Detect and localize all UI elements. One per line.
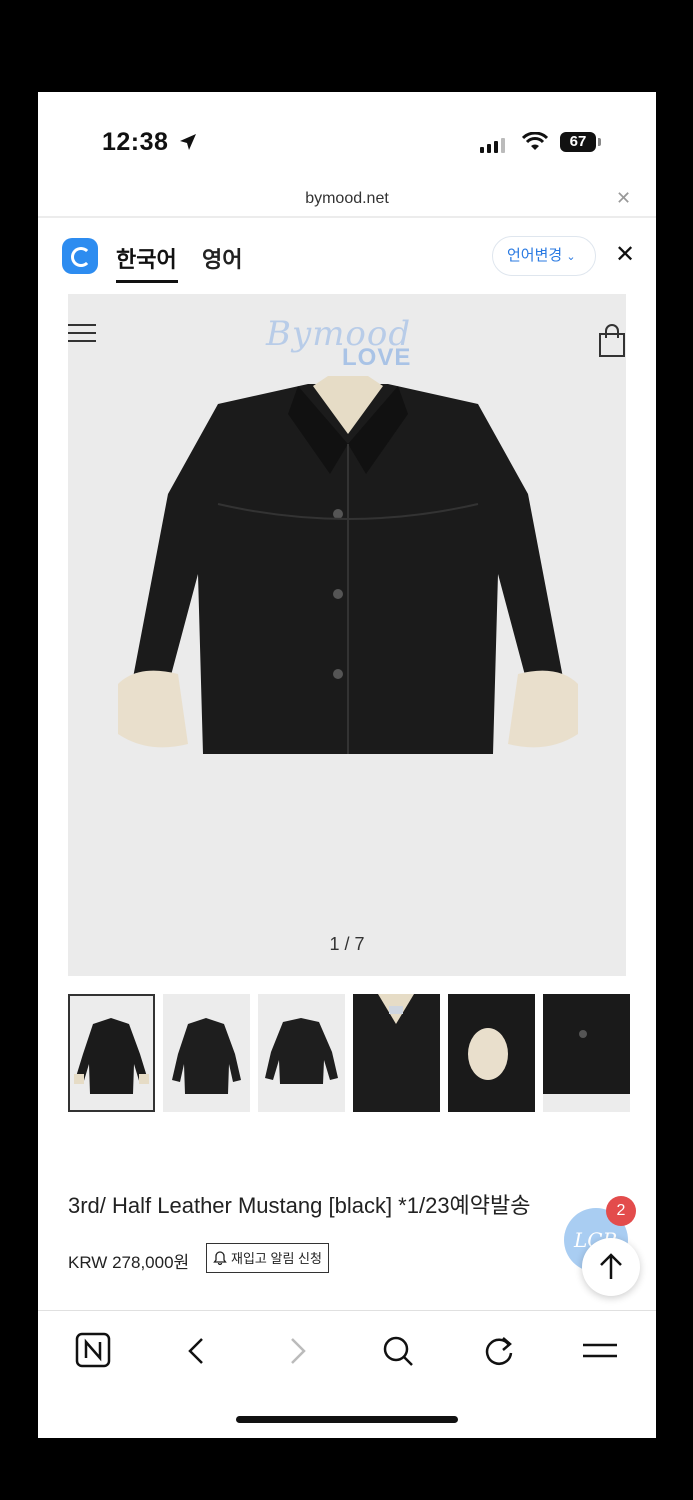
thumbnail-image xyxy=(74,1018,149,1094)
image-pager: 1 / 7 xyxy=(329,934,365,954)
thumbnail-image xyxy=(543,994,630,1094)
search-icon[interactable] xyxy=(376,1331,420,1371)
scroll-to-top-button[interactable] xyxy=(582,1238,640,1296)
logo-word: LOVE xyxy=(342,344,412,371)
cellular-signal-icon xyxy=(480,137,505,153)
wifi-icon xyxy=(522,132,548,150)
back-icon[interactable] xyxy=(174,1331,218,1371)
menu-icon[interactable] xyxy=(578,1331,622,1371)
thumbnail-image xyxy=(172,1018,241,1094)
thumbnail-image xyxy=(353,994,440,1112)
status-bar: 12:38 67 xyxy=(38,92,656,188)
close-translate-icon[interactable]: ✕ xyxy=(615,240,635,269)
shopping-bag-icon[interactable] xyxy=(598,324,626,358)
thumbnail-2[interactable] xyxy=(163,994,250,1112)
change-language-button[interactable]: 언어변경 ⌄ xyxy=(492,236,596,276)
forward-icon[interactable] xyxy=(276,1331,320,1371)
thumbnail-4[interactable] xyxy=(353,994,440,1112)
bell-icon xyxy=(213,1251,227,1265)
battery-tip xyxy=(598,138,601,146)
thumbnail-image xyxy=(448,994,535,1112)
restock-label: 재입고 알림 신청 xyxy=(231,1250,322,1266)
location-arrow-icon xyxy=(180,134,196,150)
thumbnail-6[interactable] xyxy=(543,994,630,1112)
store-logo[interactable]: Bymood LOVE xyxy=(266,314,436,374)
thumbnail-1[interactable] xyxy=(68,994,155,1112)
clock: 12:38 xyxy=(102,128,169,156)
notification-badge: 2 xyxy=(606,1196,636,1226)
thumbnail-5[interactable] xyxy=(448,994,535,1112)
tab-korean[interactable]: 한국어 xyxy=(116,242,177,274)
home-indicator xyxy=(236,1416,458,1423)
papago-icon[interactable] xyxy=(62,238,98,274)
product-image xyxy=(118,376,578,754)
url-bar[interactable]: bymood.net ✕ xyxy=(38,188,656,218)
translate-bar: 한국어 영어 언어변경 ⌄ ✕ xyxy=(38,218,656,294)
thumbnail-image xyxy=(265,1018,338,1084)
chevron-down-icon: ⌄ xyxy=(566,251,576,263)
product-title: 3rd/ Half Leather Mustang [black] *1/23예… xyxy=(68,1193,531,1218)
naver-home-icon[interactable] xyxy=(72,1331,116,1371)
arrow-up-icon xyxy=(600,1253,622,1279)
refresh-icon[interactable] xyxy=(478,1331,522,1371)
thumbnail-3[interactable] xyxy=(258,994,345,1112)
phone-screen: 12:38 67 bymood.net ✕ 한국어 영어 언어변경 ⌄ ✕ By… xyxy=(38,92,656,1438)
battery-icon: 67 xyxy=(560,132,596,152)
thumbnail-strip xyxy=(68,994,630,1112)
product-price: KRW 278,000원 xyxy=(68,1253,190,1272)
change-language-label: 언어변경 xyxy=(507,247,563,264)
restock-alert-button[interactable]: 재입고 알림 신청 xyxy=(206,1243,329,1273)
url-domain[interactable]: bymood.net xyxy=(38,190,656,208)
tab-english[interactable]: 영어 xyxy=(202,242,242,274)
hamburger-menu-icon[interactable] xyxy=(68,324,96,344)
close-icon[interactable]: ✕ xyxy=(616,188,631,209)
product-gallery[interactable]: Bymood LOVE 1 / 7 xyxy=(68,294,626,976)
active-tab-indicator xyxy=(116,280,178,283)
